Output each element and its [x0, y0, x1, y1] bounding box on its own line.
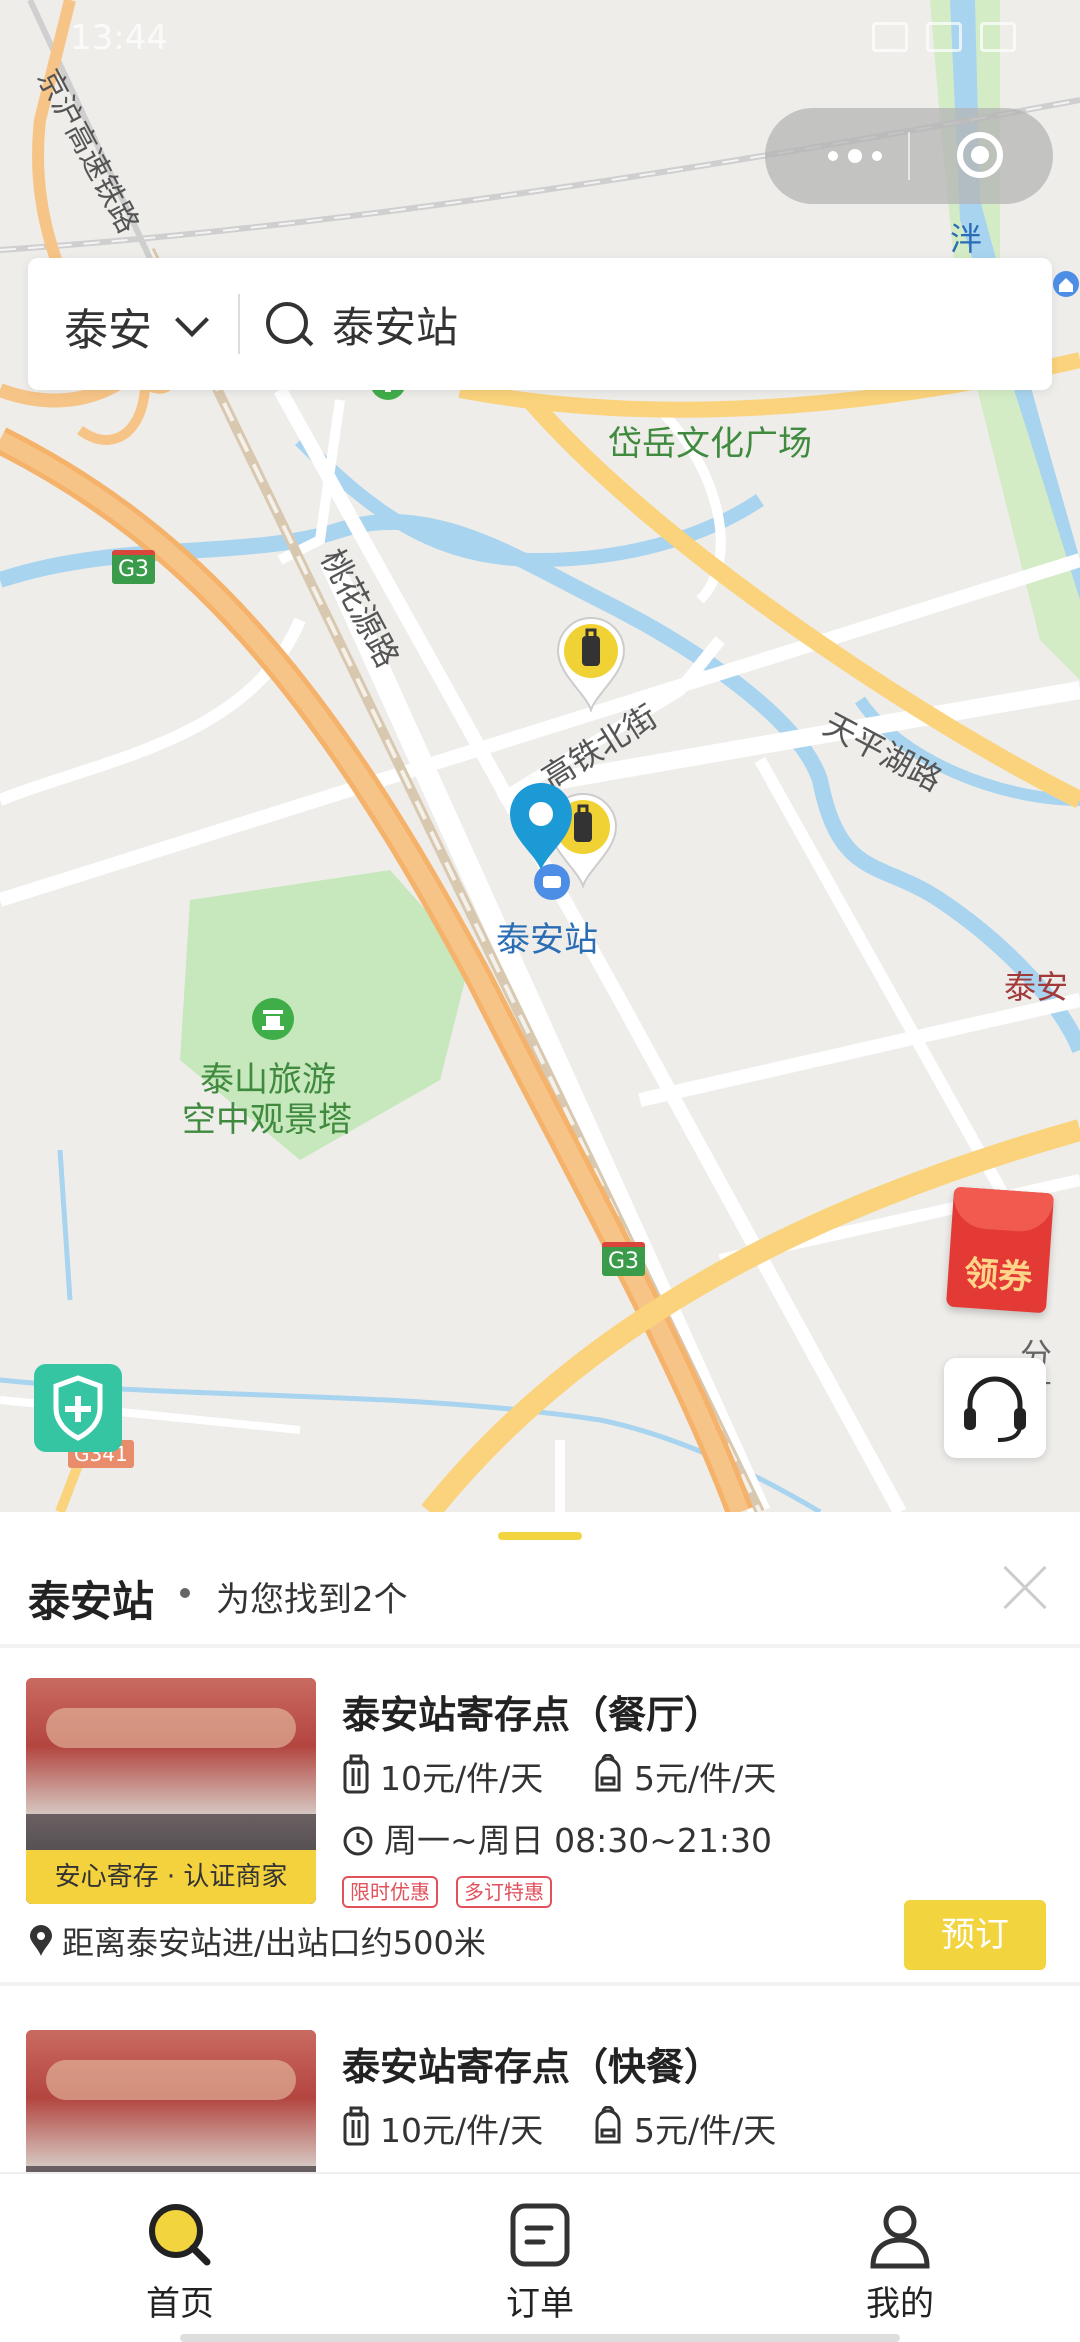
- map-label-river: 泮: [950, 220, 983, 258]
- coupon-button[interactable]: 领券: [945, 1186, 1055, 1314]
- luggage-storage-pin[interactable]: [556, 616, 626, 712]
- luggage-price: 10元/件/天: [342, 2104, 543, 2152]
- headset-icon: [964, 1376, 1026, 1442]
- luggage-price-text: 10元/件/天: [380, 1759, 544, 1798]
- map-view[interactable]: 13:44 京沪高速铁路 岱岳文化广场 桃花源路 高铁北街 天平湖路 泰安站 泰…: [0, 0, 1080, 1512]
- result-count: 为您找到2个: [216, 1580, 408, 1620]
- card-divider: [0, 1982, 1080, 1986]
- search-icon: [266, 302, 308, 344]
- map-label-east: 泰安: [1004, 968, 1069, 1006]
- battery-icon: [980, 22, 1016, 52]
- panel-drag-handle[interactable]: [498, 1532, 582, 1540]
- user-icon: [870, 2205, 930, 2269]
- order-icon: [510, 2203, 570, 2267]
- tab-mine[interactable]: 我的: [830, 2200, 970, 2325]
- opening-hours-text: 周一~周日 08:30~21:30: [384, 1821, 772, 1860]
- results-panel: 泰安站 为您找到2个 安心寄存 · 认证商家 泰安站寄存点（餐厅） 10元/件/…: [0, 1512, 1080, 2172]
- search-divider: [238, 294, 240, 354]
- home-poi-icon: [1053, 271, 1079, 297]
- red-packet-icon: [951, 1186, 1055, 1234]
- promo-tag: 限时优惠: [342, 1876, 438, 1908]
- separator-dot: [180, 1588, 190, 1598]
- backpack-icon: [595, 2106, 621, 2144]
- close-mini-program-button[interactable]: [957, 132, 1003, 178]
- location-pin-icon: [510, 783, 572, 900]
- more-button[interactable]: [805, 138, 905, 174]
- bag-price: 5元/件/天: [592, 1752, 776, 1800]
- suitcase-icon: [343, 1754, 369, 1794]
- city-selector[interactable]: 泰安: [64, 294, 152, 358]
- store-name: 泰安站寄存点（餐厅）: [342, 1693, 723, 1737]
- store-name: 泰安站寄存点（快餐）: [342, 2045, 723, 2089]
- luggage-price: 10元/件/天: [342, 1752, 543, 1800]
- tower-poi-icon: [252, 998, 294, 1040]
- clock-icon: [343, 1826, 373, 1856]
- bag-price-text: 5元/件/天: [634, 1759, 777, 1798]
- status-icons: [872, 22, 1016, 52]
- tab-label: 我的: [866, 2284, 934, 2324]
- map-label-station: 泰安站: [496, 920, 598, 960]
- tab-home[interactable]: 首页: [110, 2200, 250, 2325]
- customer-service-button[interactable]: [944, 1358, 1046, 1458]
- bag-price: 5元/件/天: [592, 2104, 776, 2152]
- location-icon: [30, 1925, 52, 1956]
- signal-icon: [872, 22, 908, 52]
- search-input[interactable]: 泰安站: [332, 294, 458, 355]
- shield-plus-icon: [53, 1375, 103, 1441]
- distance-text: 距离泰安站进/出站口约500米: [62, 1924, 486, 1962]
- close-icon[interactable]: [1000, 1564, 1048, 1612]
- backpack-icon: [595, 1754, 621, 1792]
- bottom-tab-bar: 首页 订单 我的: [0, 2172, 1080, 2342]
- distance-info: 距离泰安站进/出站口约500米: [28, 1918, 486, 1964]
- highway-shield-g3: G3: [602, 1242, 646, 1276]
- map-label-plaza: 岱岳文化广场: [608, 424, 812, 464]
- storage-list-item[interactable]: 泰安站寄存点（快餐） 10元/件/天 5元/件/天: [0, 2000, 1080, 2172]
- certified-merchant-badge: 安心寄存 · 认证商家: [26, 1850, 316, 1904]
- store-photo: [26, 2030, 316, 2172]
- tab-label: 首页: [146, 2284, 214, 2324]
- more-dot-icon: [828, 151, 838, 161]
- tab-label: 订单: [506, 2284, 574, 2324]
- luggage-price-text: 10元/件/天: [380, 2111, 544, 2150]
- bag-price-text: 5元/件/天: [634, 2111, 777, 2150]
- capsule-divider: [908, 132, 910, 180]
- storage-list-item[interactable]: 安心寄存 · 认证商家 泰安站寄存点（餐厅） 10元/件/天 5元/件/天 周一…: [0, 1648, 1080, 1998]
- store-photo: 安心寄存 · 认证商家: [26, 1678, 316, 1904]
- wifi-icon: [926, 22, 962, 52]
- opening-hours: 周一~周日 08:30~21:30: [342, 1814, 772, 1862]
- coupon-label: 领券: [962, 1253, 1034, 1299]
- panel-title: 泰安站: [28, 1577, 155, 1626]
- book-button[interactable]: 预订: [904, 1900, 1046, 1970]
- chevron-down-icon[interactable]: [175, 303, 209, 337]
- map-label-tower-line2: 空中观景塔: [182, 1100, 352, 1140]
- search-bar: 泰安 泰安站: [28, 258, 1052, 390]
- search-icon: [149, 2204, 211, 2266]
- mini-program-capsule: [765, 108, 1053, 204]
- safety-shield-button[interactable]: [34, 1364, 122, 1452]
- status-time: 13:44: [70, 18, 168, 58]
- highway-shield-g3: G3: [112, 550, 156, 584]
- home-indicator: [180, 2334, 900, 2342]
- tab-orders[interactable]: 订单: [470, 2200, 610, 2325]
- more-dot-icon: [872, 151, 882, 161]
- more-dot-icon: [848, 149, 862, 163]
- promo-tag: 多订特惠: [456, 1876, 552, 1908]
- suitcase-icon: [343, 2106, 369, 2146]
